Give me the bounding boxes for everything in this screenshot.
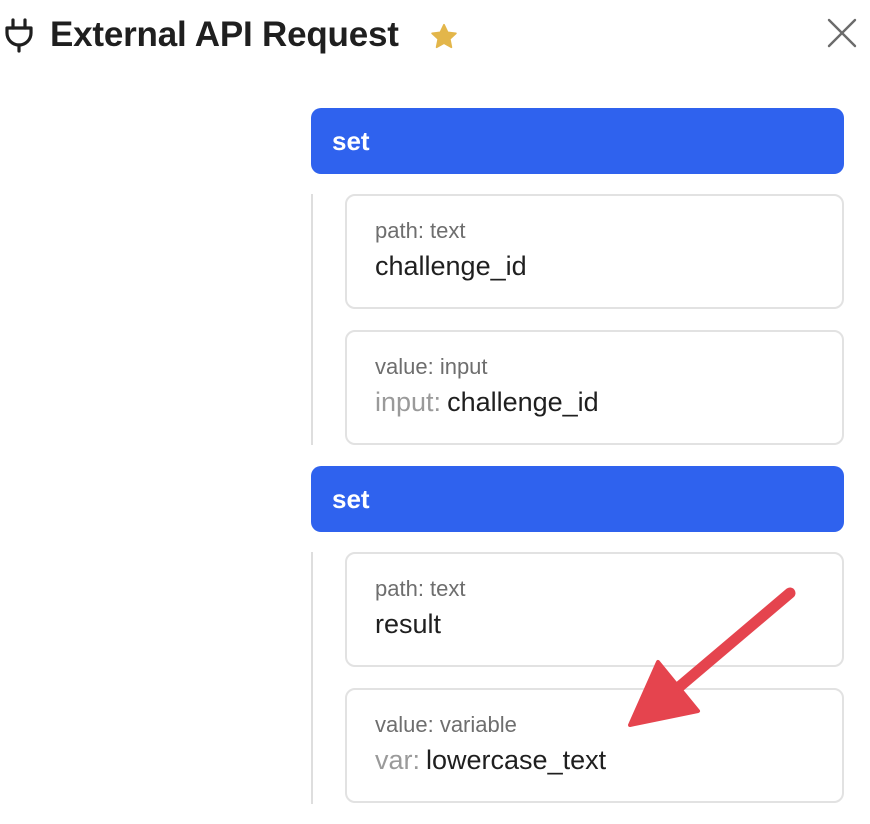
param-value: var: lowercase_text	[375, 745, 606, 776]
close-icon[interactable]	[826, 17, 858, 49]
value-type-prefix: var:	[375, 745, 421, 775]
param-value: challenge_id	[375, 251, 527, 281]
page-title: External API Request	[50, 15, 399, 54]
set-block-header[interactable]: set	[311, 108, 844, 174]
block-connector-line	[311, 552, 313, 804]
star-icon[interactable]	[428, 22, 460, 52]
plug-icon	[5, 18, 33, 53]
set-block-header[interactable]: set	[311, 466, 844, 532]
path-param-card[interactable]: path: text result	[345, 552, 844, 667]
value-text: lowercase_text	[426, 745, 607, 775]
param-label: value: input	[375, 354, 488, 379]
param-value: input: challenge_id	[375, 387, 599, 418]
param-label: path: text	[375, 218, 466, 243]
param-label: value: variable	[375, 712, 517, 737]
param-value: result	[375, 609, 442, 639]
panel-header: External API Request	[0, 0, 870, 72]
block-connector-line	[311, 194, 313, 445]
value-type-prefix: input:	[375, 387, 442, 417]
path-param-card[interactable]: path: text challenge_id	[345, 194, 844, 309]
value-param-card[interactable]: value: input input: challenge_id	[345, 330, 844, 445]
value-text: challenge_id	[447, 387, 599, 417]
value-param-card[interactable]: value: variable var: lowercase_text	[345, 688, 844, 803]
param-label: path: text	[375, 576, 466, 601]
